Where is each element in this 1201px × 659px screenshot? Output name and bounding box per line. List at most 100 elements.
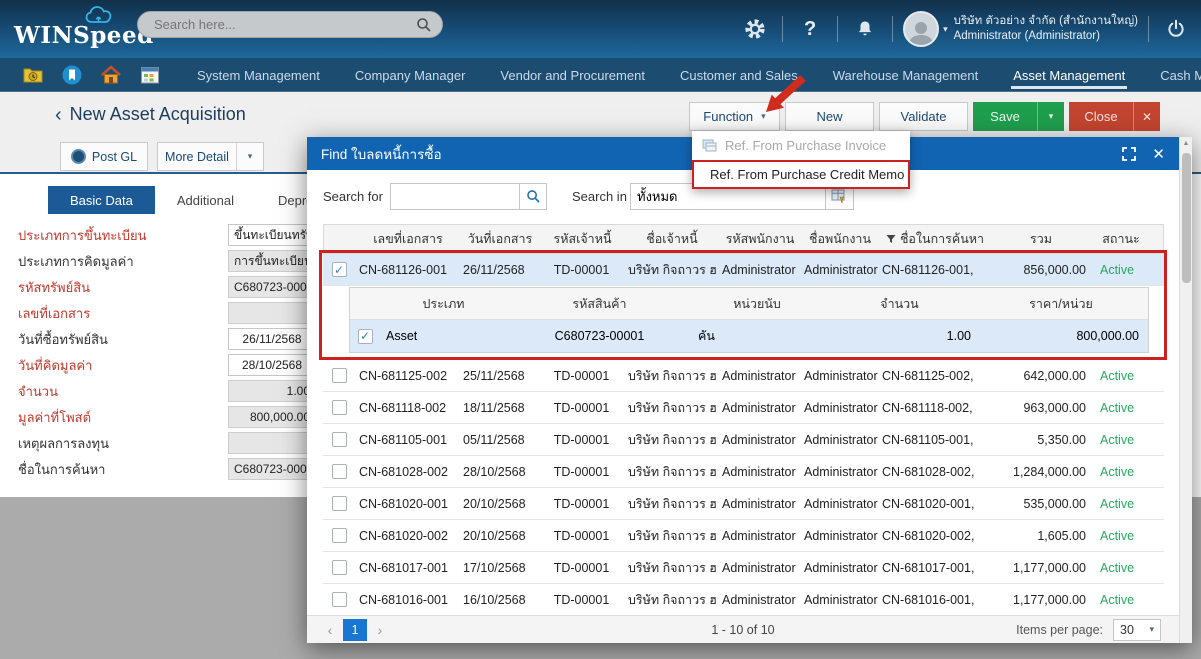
investment-reason-field [228, 432, 316, 454]
calendar-icon[interactable] [139, 64, 161, 86]
filter-funnel-icon [886, 234, 896, 244]
modal-search-button[interactable] [519, 183, 547, 210]
col-emp-code[interactable]: รหัสพนักงาน [719, 225, 801, 253]
row-checkbox[interactable] [332, 400, 347, 415]
row-checkbox[interactable] [332, 496, 347, 511]
cloud-icon [84, 2, 118, 30]
tab-additional[interactable]: Additional [155, 186, 256, 214]
col-doc-no[interactable]: เลขที่เอกสาร [356, 225, 460, 253]
form-row: มูลค่าที่โพสต์ 800,000.00 [18, 404, 316, 430]
header-divider [782, 16, 783, 42]
row-checkbox-checked[interactable]: ✓ [332, 262, 347, 277]
col-emp-name[interactable]: ชื่อพนักงาน [801, 225, 879, 253]
col-total[interactable]: รวม [991, 225, 1091, 253]
nav-item-asset-management[interactable]: Asset Management [1011, 60, 1127, 89]
table-row[interactable]: CN-681016-001 16/10/2568 TD-00001 บริษัท… [323, 584, 1164, 616]
nav-item-company-manager[interactable]: Company Manager [353, 60, 468, 89]
scrollbar-up-arrow[interactable]: ▲ [1180, 140, 1192, 147]
nav-item-customer-sales[interactable]: Customer and Sales [678, 60, 800, 89]
modal-search-input[interactable] [390, 183, 520, 210]
more-detail-button[interactable]: More Detail ▾ [157, 142, 264, 171]
global-search-input[interactable] [154, 17, 416, 32]
bookmark-icon[interactable] [61, 64, 83, 86]
header-divider [1148, 16, 1149, 42]
menu-item-ref-purchase-invoice[interactable]: Ref. From Purchase Invoice [692, 131, 910, 160]
nav-item-vendor-procurement[interactable]: Vendor and Procurement [498, 60, 647, 89]
row-checkbox[interactable] [332, 432, 347, 447]
form-row: ประเภทการขึ้นทะเบียน ขึ้นทะเบียนทรัพย์..… [18, 222, 316, 248]
purchase-date-field[interactable]: 26/11/2568 [228, 328, 316, 350]
row-checkbox[interactable] [332, 560, 347, 575]
status-badge: Active [1090, 456, 1150, 487]
tab-basic-data[interactable]: Basic Data [48, 186, 155, 214]
header-divider [892, 16, 893, 42]
search-name-field: C680723-00001 [228, 458, 316, 480]
nav-item-cash-management[interactable]: Cash Management [1158, 60, 1201, 89]
asset-form: ประเภทการขึ้นทะเบียน ขึ้นทะเบียนทรัพย์..… [18, 222, 316, 482]
col-vendor-code[interactable]: รหัสเจ้าหนี้ [540, 225, 625, 253]
table-row[interactable]: CN-681105-001 05/11/2568 TD-00001 บริษัท… [323, 424, 1164, 456]
table-row[interactable]: CN-681125-002 25/11/2568 TD-00001 บริษัท… [323, 360, 1164, 392]
header-divider [837, 16, 838, 42]
row-checkbox[interactable] [332, 368, 347, 383]
back-button[interactable]: ‹ [55, 105, 62, 125]
function-button[interactable]: Function ▾ [689, 102, 780, 131]
folder-clock-icon[interactable] [22, 64, 44, 86]
table-row[interactable]: CN-681028-002 28/10/2568 TD-00001 บริษัท… [323, 456, 1164, 488]
table-row[interactable]: CN-681017-001 17/10/2568 TD-00001 บริษัท… [323, 552, 1164, 584]
user-info[interactable]: บริษัท ตัวอย่าง จำกัด (สำนักงานใหญ่) Adm… [954, 14, 1138, 44]
subcol-qty: จำนวน [822, 288, 977, 319]
subrow-checkbox-checked[interactable]: ✓ [358, 329, 373, 344]
items-per-page-select[interactable]: 30 ▾ [1113, 619, 1161, 641]
table-header-row: เลขที่เอกสาร วันที่เอกสาร รหัสเจ้าหนี้ ช… [323, 224, 1164, 254]
modal-scrollbar[interactable]: ▲ [1179, 137, 1192, 643]
search-icon[interactable] [416, 17, 432, 33]
home-icon[interactable] [100, 64, 122, 86]
new-button[interactable]: New [785, 102, 874, 131]
post-gl-button[interactable]: Post GL [60, 142, 148, 171]
modal-close-icon[interactable]: ✕ [1152, 145, 1165, 163]
user-avatar[interactable] [903, 11, 939, 47]
subtable-row[interactable]: ✓ Asset C680723-00001 คัน 1.00 800,000.0… [350, 320, 1148, 352]
notifications-bell-icon[interactable] [848, 12, 882, 46]
close-x-icon[interactable]: ✕ [1133, 102, 1160, 131]
close-button[interactable]: Close ✕ [1069, 102, 1160, 131]
subcol-item-code: รหัสสินค้า [507, 288, 692, 319]
table-row[interactable]: CN-681118-002 18/11/2568 TD-00001 บริษัท… [323, 392, 1164, 424]
table-row[interactable]: CN-681020-002 20/10/2568 TD-00001 บริษัท… [323, 520, 1164, 552]
save-caret-down-icon[interactable]: ▾ [1037, 102, 1064, 131]
table-row[interactable]: CN-681020-001 20/10/2568 TD-00001 บริษัท… [323, 488, 1164, 520]
valuation-date-field[interactable]: 28/10/2568 [228, 354, 316, 376]
register-type-select[interactable]: ขึ้นทะเบียนทรัพย์...▾ [228, 224, 316, 246]
subcol-unit-price: ราคา/หน่วย [977, 288, 1145, 319]
modal-title: Find ใบลดหนี้การซื้อ [321, 143, 442, 165]
validate-button[interactable]: Validate [879, 102, 968, 131]
nav-item-warehouse-management[interactable]: Warehouse Management [831, 60, 981, 89]
status-badge: Active [1090, 584, 1150, 615]
posted-value-field: 800,000.00 [228, 406, 316, 428]
logout-power-icon[interactable] [1159, 12, 1193, 46]
caret-down-icon: ▾ [761, 112, 766, 121]
col-doc-date[interactable]: วันที่เอกสาร [460, 225, 540, 253]
scrollbar-thumb[interactable] [1182, 153, 1191, 283]
detail-subtable: ประเภท รหัสสินค้า หน่วยนับ จำนวน ราคา/หน… [349, 287, 1149, 353]
search-icon [526, 189, 541, 204]
form-row: ชื่อในการค้นหา C680723-00001 [18, 456, 316, 482]
page-title: New Asset Acquisition [70, 104, 246, 125]
more-detail-caret-icon[interactable]: ▾ [236, 143, 263, 170]
save-button[interactable]: Save ▾ [973, 102, 1064, 131]
user-chevron-down-icon[interactable]: ▾ [943, 25, 948, 34]
col-vendor-name[interactable]: ชื่อเจ้าหนี้ [625, 225, 719, 253]
table-row[interactable]: ✓ CN-681126-001 26/11/2568 TD-00001 บริษ… [323, 254, 1164, 286]
maximize-icon[interactable] [1122, 147, 1136, 161]
nav-item-system-management[interactable]: System Management [195, 60, 322, 89]
valuation-type-field: การขึ้นทะเบียนเพื่อเพิ่ม [228, 250, 316, 272]
help-icon[interactable]: ? [793, 12, 827, 46]
menu-item-ref-purchase-credit-memo[interactable]: Ref. From Purchase Credit Memo [692, 160, 910, 189]
col-status[interactable]: สถานะ [1091, 225, 1151, 253]
row-checkbox[interactable] [332, 464, 347, 479]
settings-gear-icon[interactable] [738, 12, 772, 46]
row-checkbox[interactable] [332, 528, 347, 543]
col-search-name[interactable]: ชื่อในการค้นหา [879, 225, 991, 253]
row-checkbox[interactable] [332, 592, 347, 607]
